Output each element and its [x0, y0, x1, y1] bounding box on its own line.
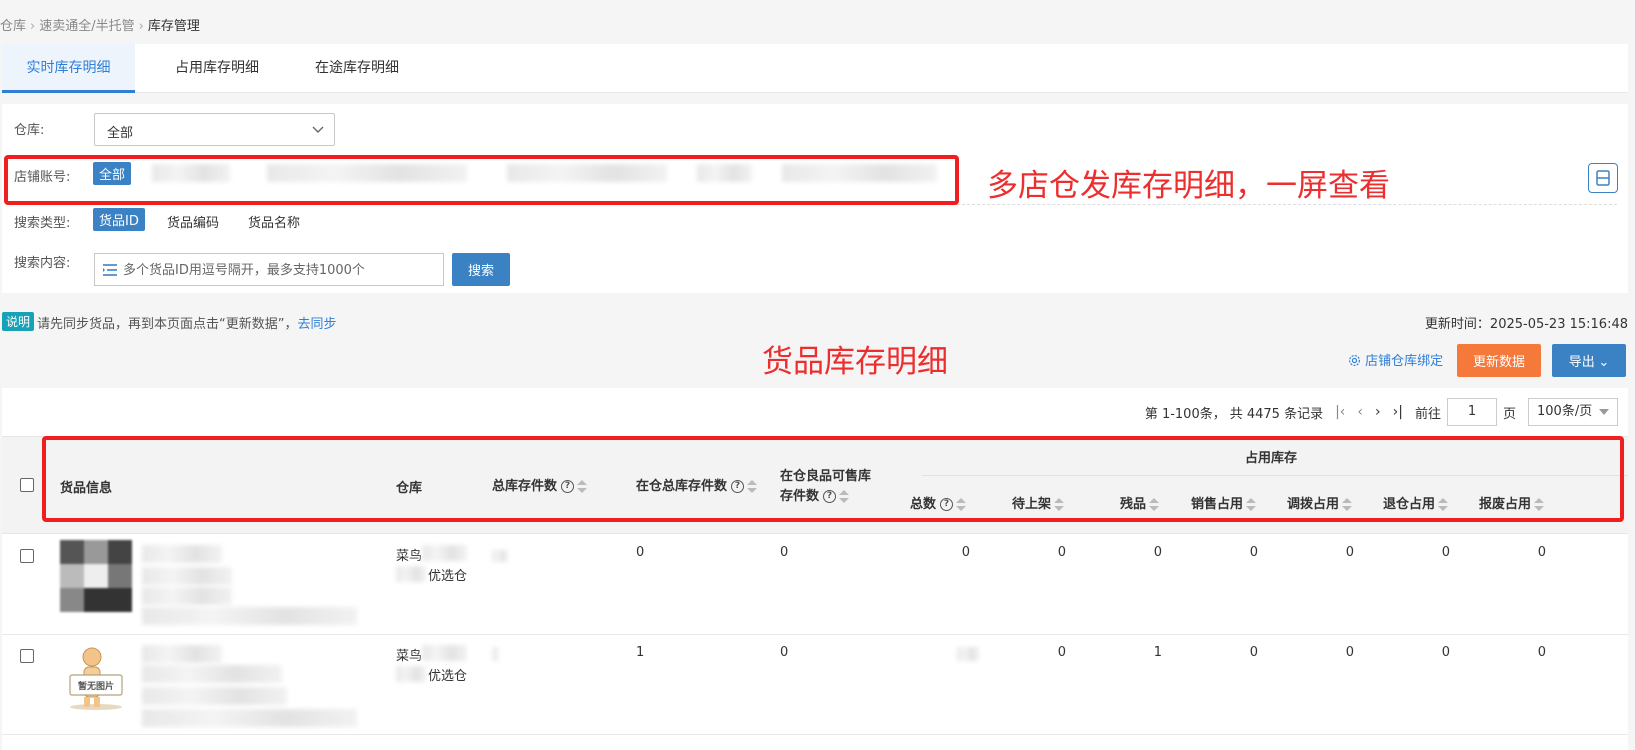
- caret-down-icon: [1599, 409, 1609, 415]
- scrap-occupied: 0: [1537, 645, 1546, 660]
- product-sku-blurred: [142, 709, 357, 727]
- warehouse-name-line2: 优选仓: [428, 569, 468, 584]
- no-image-placeholder-icon: 暂无图片: [69, 647, 123, 710]
- search-input[interactable]: [123, 259, 438, 281]
- product-name-blurred[interactable]: [142, 645, 222, 663]
- warehouse-select[interactable]: 全部: [94, 113, 335, 146]
- search-field[interactable]: [94, 253, 444, 286]
- page-number-input[interactable]: 1: [1446, 398, 1497, 426]
- goto-label: 前往: [1414, 406, 1441, 422]
- product-name-blurred[interactable]: [142, 545, 222, 563]
- product-id-blurred: [142, 665, 282, 683]
- first-page-icon[interactable]: |‹: [1335, 404, 1345, 420]
- search-type-goods-code[interactable]: 货品编码: [167, 212, 219, 231]
- warehouse-name-blurred: [422, 645, 467, 661]
- collapse-panel-icon[interactable]: [1588, 163, 1618, 193]
- chevron-right-icon: ›: [138, 19, 144, 34]
- warehouse-name-line1: 菜鸟: [396, 649, 423, 664]
- warehouse-name-blurred: [396, 666, 426, 682]
- in-warehouse-total: 1: [636, 645, 645, 660]
- warehouse-label: 仓库:: [14, 123, 45, 138]
- search-type-goods-name[interactable]: 货品名称: [248, 212, 300, 231]
- row-checkbox[interactable]: [20, 549, 34, 563]
- search-type-goods-id[interactable]: 货品ID: [93, 208, 145, 231]
- annotation-goods: 货品库存明细: [762, 344, 948, 380]
- return-occupied: 0: [1441, 545, 1450, 560]
- notice-message: 请先同步货品，再到本页面点击“更新数据”，: [37, 317, 298, 332]
- list-icon: [103, 264, 117, 276]
- notice-badge: 说明: [2, 312, 35, 331]
- total-stock-blurred: [492, 647, 498, 661]
- table-row[interactable]: 暂无图片 菜鸟 优选仓 1 0 0 1 0 0 0 0: [2, 635, 1628, 735]
- product-image: [60, 540, 132, 612]
- warehouse-name-blurred: [422, 545, 467, 561]
- chevron-right-icon: ›: [30, 19, 36, 34]
- total-stock-blurred: [492, 550, 508, 562]
- notice-text: 请先同步货品，再到本页面点击“更新数据”，去同步: [37, 313, 337, 332]
- sales-occupied: 0: [1249, 645, 1258, 660]
- gear-icon: [1348, 354, 1361, 367]
- defective: 0: [1153, 545, 1162, 560]
- occupied-total-blurred: [957, 647, 979, 661]
- pager-range: 第 1-100条，: [1144, 406, 1226, 422]
- product-code-blurred: [142, 587, 232, 605]
- highlight-box-shops: [4, 155, 959, 205]
- transfer-occupied: 0: [1345, 545, 1354, 560]
- breadcrumb: 仓库 › 速卖通全/半托管 › 库存管理: [0, 15, 200, 34]
- update-data-button[interactable]: 更新数据: [1457, 344, 1541, 377]
- warehouse-name-blurred: [396, 566, 426, 582]
- pending-shelf: 0: [1057, 545, 1066, 560]
- table-row[interactable]: 菜鸟 优选仓 0 0 0 0 0 0 0 0 0: [2, 535, 1628, 635]
- page-unit-label: 页: [1502, 406, 1516, 422]
- tab-realtime-stock[interactable]: 实时库存明细: [2, 44, 135, 93]
- search-type-label: 搜索类型:: [14, 216, 71, 231]
- export-button[interactable]: 导出 ⌄: [1552, 344, 1626, 377]
- export-label: 导出: [1568, 354, 1595, 369]
- sales-occupied: 0: [1249, 545, 1258, 560]
- shop-warehouse-bind-label: 店铺仓库绑定: [1365, 354, 1444, 369]
- pending-shelf: 0: [1057, 645, 1066, 660]
- product-code-blurred: [142, 687, 287, 705]
- warehouse-select-value: 全部: [107, 126, 134, 141]
- warehouse-name-line2: 优选仓: [428, 669, 468, 684]
- tab-occupied-stock[interactable]: 占用库存明细: [152, 44, 282, 93]
- page-size-select[interactable]: 100条/页: [1528, 398, 1618, 426]
- update-time: 更新时间：2025-05-23 15:16:48: [1424, 317, 1628, 332]
- tab-in-transit-stock[interactable]: 在途库存明细: [292, 44, 422, 93]
- breadcrumb-item-warehouse[interactable]: 仓库: [0, 19, 26, 34]
- sync-link[interactable]: 去同步: [297, 317, 336, 332]
- last-page-icon[interactable]: ›|: [1393, 404, 1403, 420]
- sellable-stock: 0: [780, 545, 789, 560]
- return-occupied: 0: [1441, 645, 1450, 660]
- page-size-value: 100条/页: [1537, 404, 1593, 419]
- row-checkbox[interactable]: [20, 649, 34, 663]
- prev-page-icon[interactable]: ‹: [1357, 404, 1363, 420]
- defective: 1: [1153, 645, 1162, 660]
- sellable-stock: 0: [780, 645, 789, 660]
- product-sku-blurred: [142, 607, 357, 625]
- select-all-checkbox[interactable]: [20, 478, 34, 492]
- next-page-icon[interactable]: ›: [1375, 404, 1381, 420]
- search-button[interactable]: 搜索: [452, 253, 510, 286]
- scrap-occupied: 0: [1537, 545, 1546, 560]
- tab-bar: 实时库存明细 占用库存明细 在途库存明细: [2, 44, 1628, 93]
- chevron-down-icon: ⌄: [1598, 354, 1610, 369]
- pager-total: 共 4475 条记录: [1229, 406, 1324, 422]
- shop-warehouse-bind-link[interactable]: 店铺仓库绑定: [1348, 350, 1443, 369]
- breadcrumb-item-current: 库存管理: [147, 19, 200, 34]
- occupied-total: 0: [961, 545, 970, 560]
- breadcrumb-item-aliexpress[interactable]: 速卖通全/半托管: [39, 19, 134, 34]
- product-id-blurred: [142, 567, 232, 585]
- chevron-down-icon: [312, 126, 324, 133]
- pagination: 第 1-100条， 共 4475 条记录 |‹ ‹ › ›| 前往 1 页 10…: [1145, 398, 1618, 426]
- highlight-box-table-header: [42, 436, 1624, 522]
- warehouse-name-line1: 菜鸟: [396, 549, 423, 564]
- search-content-label: 搜索内容:: [14, 256, 71, 271]
- annotation-shops: 多店仓发库存明细，一屏查看: [987, 168, 1390, 204]
- no-image-text: 暂无图片: [78, 680, 114, 692]
- in-warehouse-total: 0: [636, 545, 645, 560]
- transfer-occupied: 0: [1345, 645, 1354, 660]
